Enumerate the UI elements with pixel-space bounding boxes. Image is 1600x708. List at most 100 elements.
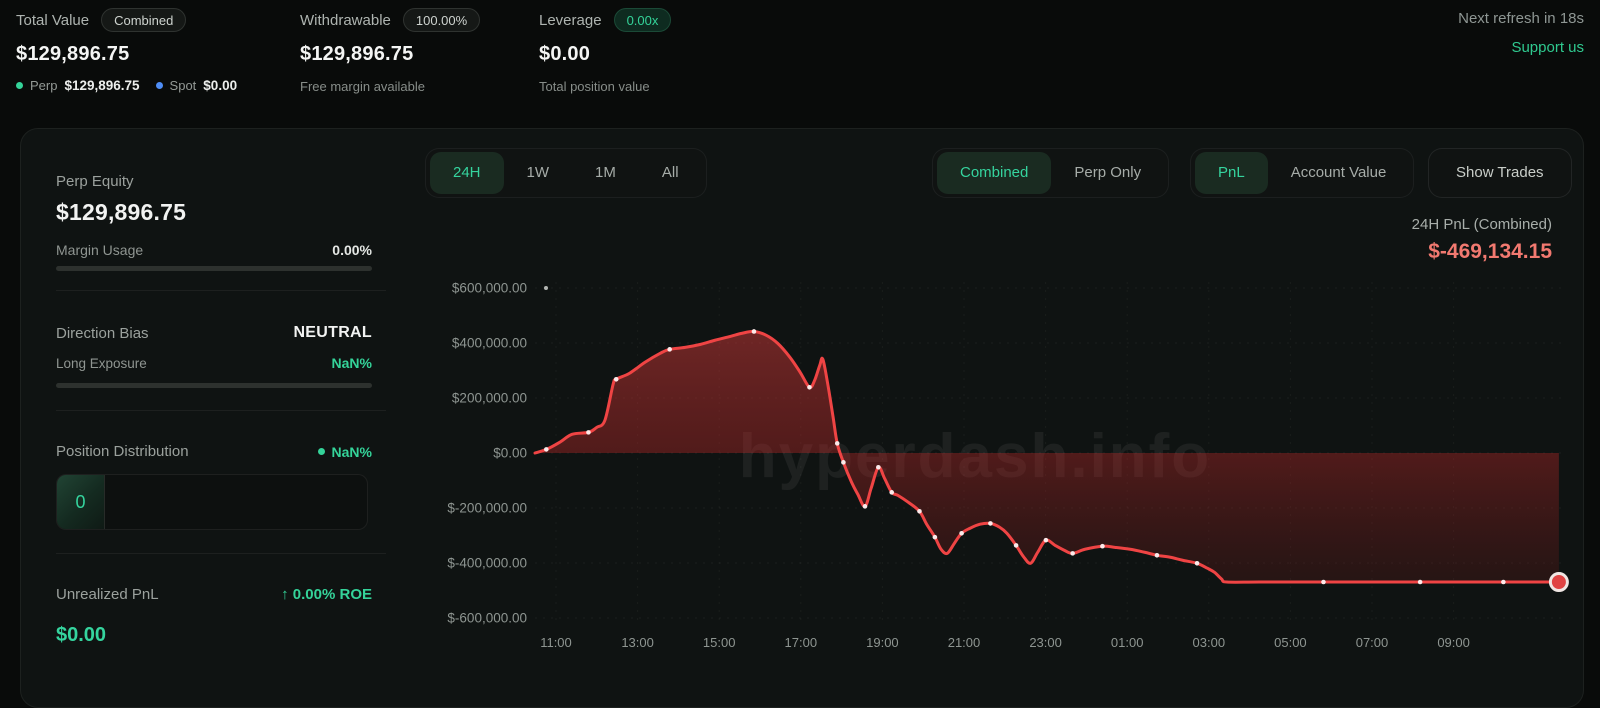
withdrawable-amount: $129,896.75	[300, 43, 480, 66]
distribution-dot-icon	[318, 448, 325, 455]
refresh-countdown: Next refresh in 18s	[1458, 10, 1584, 27]
x-axis-label: 09:00	[1437, 635, 1470, 650]
data-point	[1044, 538, 1049, 543]
y-axis-label: $-400,000.00	[447, 556, 527, 571]
data-point	[988, 521, 993, 526]
data-point	[1418, 580, 1423, 585]
total-value-amount: $129,896.75	[16, 43, 237, 66]
perp-label: Perp	[30, 78, 57, 93]
position-distribution-value: NaN%	[332, 444, 372, 460]
long-exposure-bar	[56, 383, 372, 388]
data-point	[959, 531, 964, 536]
spot-value: $0.00	[203, 78, 237, 93]
x-axis-label: 21:00	[948, 635, 981, 650]
withdrawable-label: Withdrawable	[300, 12, 391, 29]
y-axis-label: $-200,000.00	[447, 501, 527, 516]
x-axis-label: 15:00	[703, 635, 736, 650]
leverage-badge: 0.00x	[614, 8, 672, 32]
pnl-summary-value: $-469,134.15	[1412, 240, 1552, 264]
y-axis-label: $400,000.00	[452, 336, 527, 351]
metric-tabs: PnLAccount Value	[1190, 148, 1414, 198]
divider	[56, 553, 386, 554]
data-point	[544, 447, 549, 452]
show-trades-button[interactable]: Show Trades	[1428, 148, 1572, 198]
y-axis-label: $0.00	[493, 446, 527, 461]
x-axis-label: 07:00	[1356, 635, 1389, 650]
pnl-summary-label: 24H PnL (Combined)	[1412, 216, 1552, 233]
timeframe-tabs: 24H1W1MAll	[425, 148, 707, 198]
divider	[56, 410, 386, 411]
x-axis-label: 13:00	[621, 635, 654, 650]
leverage-section: Leverage 0.00x $0.00 Total position valu…	[539, 8, 671, 94]
pnl-summary: 24H PnL (Combined) $-469,134.15	[1412, 216, 1552, 264]
margin-usage-row: Margin Usage 0.00%	[56, 242, 372, 258]
position-distribution-box[interactable]: 0	[56, 474, 368, 530]
distribution-segment: 0	[57, 475, 105, 529]
x-axis-label: 01:00	[1111, 635, 1144, 650]
perp-equity-label: Perp Equity	[56, 173, 134, 190]
data-point	[889, 490, 894, 495]
data-point	[876, 465, 881, 470]
tab-timeframe-24h[interactable]: 24H	[430, 152, 504, 194]
y-axis-label: $600,000.00	[452, 281, 527, 296]
margin-usage-bar	[56, 266, 372, 271]
tab-scope-combined[interactable]: Combined	[937, 152, 1051, 194]
long-exposure-label: Long Exposure	[56, 356, 147, 371]
unrealized-roe-value: ↑ 0.00% ROE	[281, 586, 372, 603]
direction-bias-row: Direction Bias NEUTRAL	[56, 324, 372, 342]
direction-bias-value: NEUTRAL	[293, 324, 372, 342]
long-exposure-value: NaN%	[332, 355, 372, 371]
leverage-label: Leverage	[539, 12, 602, 29]
data-point	[1100, 544, 1105, 549]
support-us-link[interactable]: Support us	[1511, 39, 1584, 56]
data-point	[835, 441, 840, 446]
data-point	[863, 504, 868, 509]
tab-timeframe-1m[interactable]: 1M	[572, 152, 639, 194]
data-point	[1195, 561, 1200, 566]
leverage-amount: $0.00	[539, 43, 671, 66]
divider	[56, 290, 386, 291]
perp-value: $129,896.75	[64, 78, 139, 93]
total-value-badge[interactable]: Combined	[101, 8, 186, 32]
data-point	[752, 329, 757, 334]
tab-timeframe-all[interactable]: All	[639, 152, 702, 194]
x-axis-label: 03:00	[1193, 635, 1226, 650]
unrealized-pnl-label: Unrealized PnL	[56, 586, 159, 603]
data-point	[807, 385, 812, 390]
unrealized-pnl-value: $0.00	[56, 624, 106, 647]
data-point	[1321, 580, 1326, 585]
direction-bias-label: Direction Bias	[56, 325, 149, 342]
x-axis-label: 23:00	[1029, 635, 1062, 650]
data-point	[917, 509, 922, 514]
position-distribution-row: Position Distribution NaN%	[56, 443, 372, 460]
data-point	[1014, 543, 1019, 548]
x-axis-label: 05:00	[1274, 635, 1307, 650]
data-point	[667, 347, 672, 352]
data-point	[1155, 553, 1160, 558]
y-axis-label: $-600,000.00	[447, 611, 527, 626]
x-axis-label: 11:00	[540, 635, 572, 650]
data-point	[841, 460, 846, 465]
data-point	[933, 535, 938, 540]
current-value-dot	[1550, 574, 1567, 591]
margin-usage-value: 0.00%	[332, 242, 372, 258]
leverage-sub: Total position value	[539, 79, 671, 94]
data-point	[1070, 551, 1075, 556]
pnl-chart: $600,000.00$400,000.00$200,000.00$0.00$-…	[419, 270, 1580, 674]
support-link-wrap: Support us	[1511, 39, 1584, 57]
position-distribution-stat: NaN%	[318, 444, 372, 460]
x-axis-label: 17:00	[785, 635, 818, 650]
tab-metric-pnl[interactable]: PnL	[1195, 152, 1268, 194]
total-value-label: Total Value	[16, 12, 89, 29]
withdrawable-badge: 100.00%	[403, 8, 480, 32]
data-point	[1501, 580, 1506, 585]
spot-label: Spot	[170, 78, 197, 93]
refresh-status: Next refresh in 18s	[1458, 10, 1584, 28]
unrealized-pnl-row: Unrealized PnL ↑ 0.00% ROE	[56, 586, 372, 603]
data-point	[586, 430, 591, 435]
scope-tabs: CombinedPerp Only	[932, 148, 1169, 198]
tab-scope-perp-only[interactable]: Perp Only	[1051, 152, 1164, 194]
tab-timeframe-1w[interactable]: 1W	[504, 152, 573, 194]
tab-metric-account-value[interactable]: Account Value	[1268, 152, 1410, 194]
perp-dot-icon	[16, 82, 23, 89]
